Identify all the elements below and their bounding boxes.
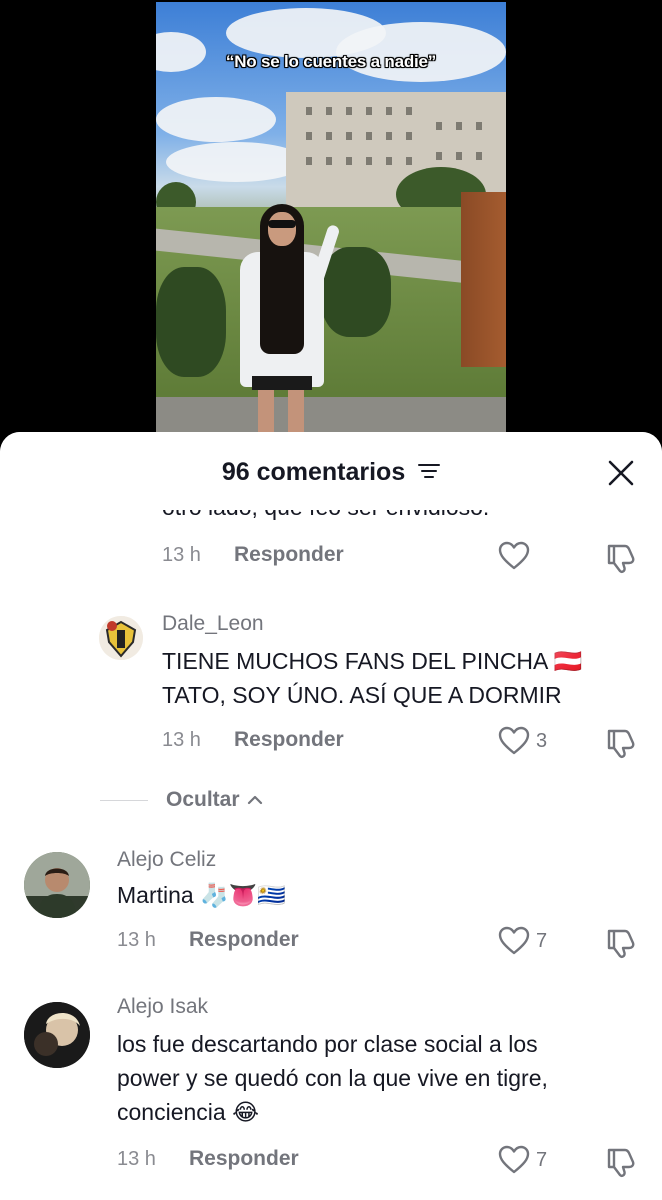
comment-line: conciencia 😂	[117, 1099, 259, 1125]
reply-button[interactable]: Responder	[234, 543, 344, 567]
heart-outline-icon	[498, 726, 530, 755]
comment-meta: 13 h Responder	[162, 723, 344, 757]
reply-button[interactable]: Responder	[234, 728, 344, 752]
video-caption: “No se lo cuentes a nadie”	[225, 52, 437, 71]
avatar[interactable]	[24, 1002, 90, 1068]
video-player[interactable]: “No se lo cuentes a nadie”	[0, 0, 662, 450]
sheet-header: 96 comentarios	[0, 432, 662, 510]
dislike-icon[interactable]	[605, 542, 637, 574]
like-button[interactable]: 7	[498, 926, 547, 956]
comments-sheet: 96 comentarios otro lado, que feo ser en…	[0, 432, 662, 1200]
avatar-image	[99, 616, 143, 660]
comment-line: TIENE MUCHOS FANS DEL PINCHA 🇦🇹	[162, 648, 583, 674]
like-count: 3	[536, 729, 548, 752]
avatar-image	[24, 852, 90, 918]
hide-replies-button[interactable]: Ocultar	[166, 788, 263, 812]
dislike-icon[interactable]	[605, 727, 637, 759]
comment-line: Martina 🧦👅🇺🇾	[117, 882, 286, 908]
heart-outline-icon	[498, 1145, 530, 1174]
avatar[interactable]	[99, 616, 143, 660]
reply-button[interactable]: Responder	[189, 1147, 299, 1171]
dislike-icon[interactable]	[605, 1146, 637, 1178]
video-frame: “No se lo cuentes a nadie”	[156, 2, 506, 442]
heart-outline-icon	[498, 541, 530, 570]
comment-username[interactable]: Alejo Celiz	[117, 848, 216, 872]
like-button[interactable]: 3	[498, 726, 547, 756]
comment-line: los fue descartando por clase social a l…	[117, 1031, 538, 1057]
comment-meta: 13 h Responder	[117, 1142, 299, 1176]
comment-text: TIENE MUCHOS FANS DEL PINCHA 🇦🇹 TATO, SO…	[162, 644, 582, 712]
like-count: 7	[536, 1148, 548, 1171]
rust-wall	[461, 192, 506, 367]
comment-username[interactable]: Alejo Isak	[117, 995, 208, 1019]
reply-button[interactable]: Responder	[189, 928, 299, 952]
comment-time: 13 h	[117, 928, 156, 951]
chevron-up-icon	[248, 796, 263, 805]
comments-title[interactable]: 96 comentarios	[0, 458, 662, 487]
comment-text: Martina 🧦👅🇺🇾	[117, 878, 286, 912]
hide-replies-divider	[100, 800, 148, 801]
comment-time: 13 h	[162, 728, 201, 751]
heart-outline-icon	[498, 926, 530, 955]
hide-replies-label: Ocultar	[166, 788, 240, 811]
comment-meta: 13 h Responder	[117, 923, 299, 957]
comment-text: los fue descartando por clase social a l…	[117, 1027, 548, 1129]
like-button[interactable]: 7	[498, 1145, 547, 1175]
comment-line: power y se quedó con la que vive en tigr…	[117, 1065, 548, 1091]
comment-time: 13 h	[117, 1147, 156, 1170]
close-x-icon[interactable]	[606, 458, 636, 488]
like-button[interactable]	[498, 541, 536, 571]
person	[222, 204, 342, 442]
comment-meta: 13 h Responder	[162, 538, 344, 572]
avatar[interactable]	[24, 852, 90, 918]
filter-lines-icon[interactable]	[418, 462, 441, 480]
comment-time: 13 h	[162, 543, 201, 566]
like-count: 7	[536, 929, 548, 952]
comment-line: TATO, SOY ÚNO. ASÍ QUE A DORMIR	[162, 682, 562, 708]
avatar-image	[24, 1002, 90, 1068]
dislike-icon[interactable]	[605, 927, 637, 959]
comment-username[interactable]: Dale_Leon	[162, 612, 264, 636]
comments-count-label: 96 comentarios	[221, 458, 406, 486]
